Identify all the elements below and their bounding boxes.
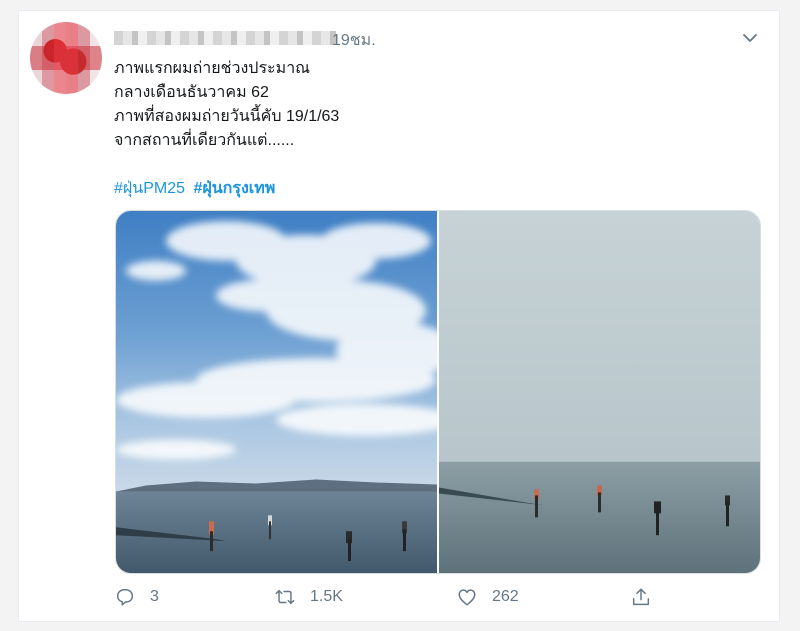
tweet-text-line: ภาพที่สองผมถ่ายวันนี้คับ 19/1/63 [114, 108, 340, 125]
hashtag-link[interactable]: #ฝุ่นกรุงเทพ [193, 180, 275, 197]
tweet-actions: 3 1.5K 262 [110, 586, 670, 614]
retweet-button[interactable]: 1.5K [274, 586, 343, 608]
media-grid [115, 210, 761, 574]
like-button[interactable]: 262 [456, 586, 519, 608]
blurred-username[interactable] [114, 31, 336, 45]
hashtag-link[interactable]: #ฝุ่นPM25 [114, 180, 185, 197]
share-icon [632, 588, 650, 606]
reply-icon [116, 588, 134, 606]
like-count: 262 [492, 588, 519, 605]
photo-hazy-sky[interactable] [439, 211, 760, 573]
tweet-text-line: กลางเดือนธันวาคม 62 [114, 84, 269, 101]
heart-icon [458, 589, 476, 606]
chevron-down-icon[interactable] [742, 30, 758, 46]
tweet-timestamp[interactable]: 19ชม. [332, 28, 376, 53]
share-button[interactable] [630, 586, 666, 608]
avatar[interactable] [30, 22, 102, 94]
hashtags: #ฝุ่นPM25 #ฝุ่นกรุงเทพ [114, 176, 279, 201]
reply-button[interactable]: 3 [114, 586, 159, 608]
retweet-icon [275, 589, 295, 605]
retweet-count: 1.5K [310, 588, 343, 605]
reply-count: 3 [150, 588, 159, 605]
tweet-text-line: จากสถานที่เดียวกันแต่...... [114, 132, 295, 149]
tweet-text: ภาพแรกผมถ่ายช่วงประมาณ กลางเดือนธันวาคม … [114, 57, 339, 153]
tweet-text-line: ภาพแรกผมถ่ายช่วงประมาณ [114, 60, 311, 77]
photo-clear-sky[interactable] [116, 211, 437, 573]
